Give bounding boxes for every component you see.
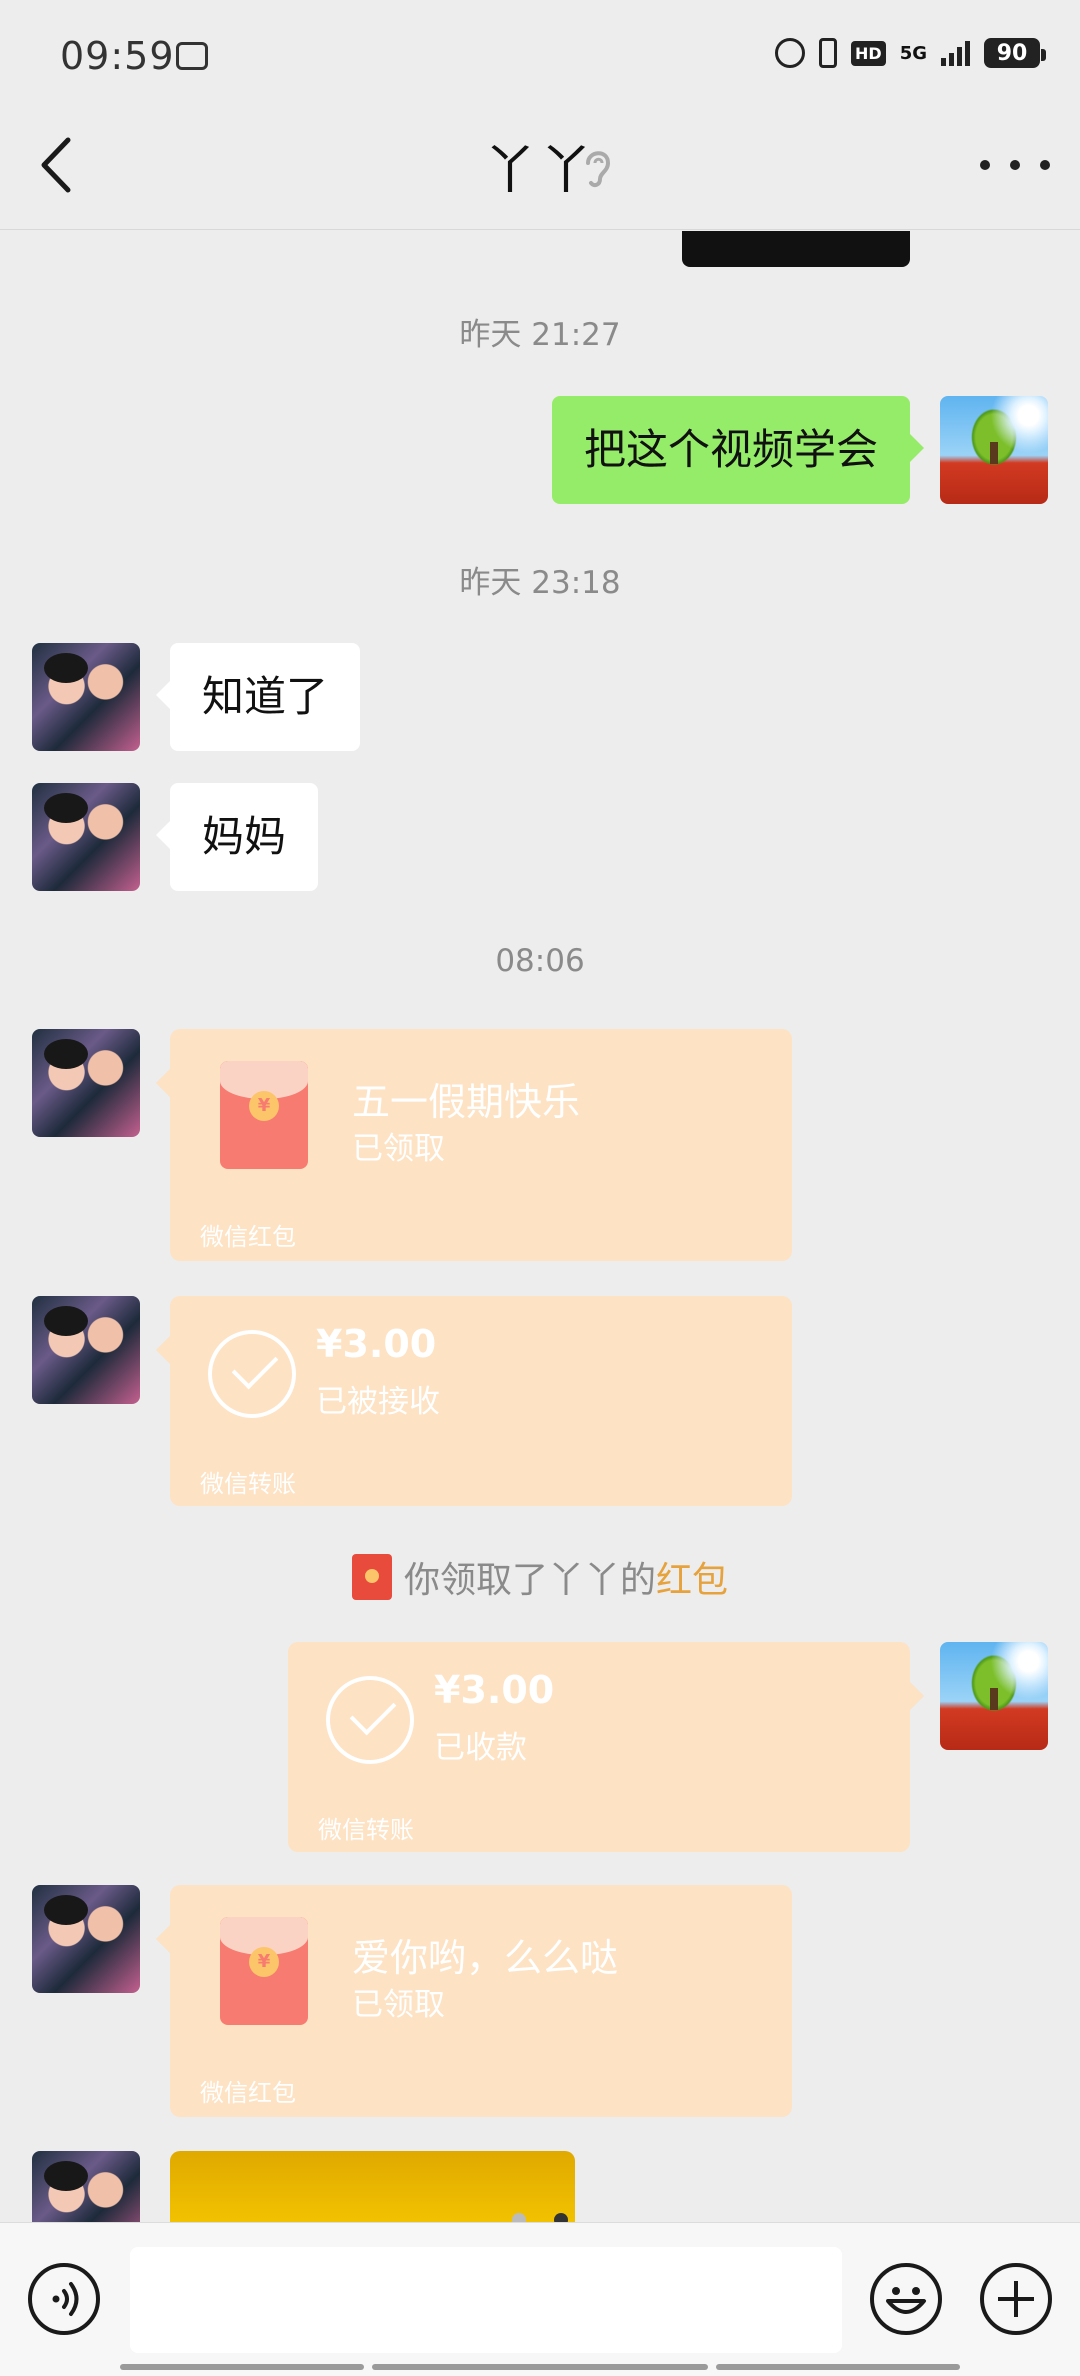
red-packet-small-icon [351,1554,392,1600]
contact-avatar[interactable] [32,2151,140,2223]
system-message-text: 你领取了丫丫的 [403,1560,656,1601]
status-icons: HD 5G 90 [775,38,1046,68]
received-message-bubble[interactable]: 知道了 [155,643,361,751]
dot-icon [980,160,990,170]
ear-icon [586,151,611,188]
image-message[interactable] [170,2151,575,2223]
contact-avatar[interactable] [32,643,140,751]
contact-avatar[interactable] [32,1885,140,1993]
red-packet-link[interactable]: 红包 [656,1551,728,1603]
input-bar [0,2222,1080,2376]
status-time: 09:59 [60,34,175,78]
more-options-button[interactable] [980,140,1050,190]
red-packet-icon: ¥ [220,1061,308,1169]
self-avatar[interactable] [940,1642,1048,1750]
more-functions-button[interactable] [980,2263,1052,2335]
notification-icon [176,42,208,70]
red-packet-icon: ¥ [220,1917,308,2025]
check-circle-icon [326,1676,414,1764]
dot-icon [1040,160,1050,170]
voice-icon [52,2282,79,2316]
red-packet-title: 五一假期快乐 [352,1080,581,1124]
timestamp: 08:06 [495,943,585,979]
red-packet-status: 已领取 [352,1131,445,1167]
sent-message-bubble[interactable]: 把这个视频学会 [551,396,925,504]
red-packet-footer: 微信红包 [200,2079,296,2107]
contact-avatar[interactable] [32,1296,140,1404]
check-circle-icon [208,1330,296,1418]
network-label: 5G [899,42,927,64]
emoji-icon [886,2287,926,2314]
contact-avatar[interactable] [32,783,140,891]
transfer-amount: ¥3.00 [316,1322,437,1366]
nav-gesture-bar [120,2364,364,2370]
transfer-footer: 微信转账 [200,1470,296,1498]
alarm-icon [775,38,806,68]
chat-header: 丫丫 [0,100,1080,230]
chat-title: 丫丫 [483,141,596,201]
video-message-thumbnail[interactable] [682,231,910,267]
back-button[interactable] [30,130,90,200]
transfer-footer: 微信转账 [318,1816,414,1844]
transfer-status: 已收款 [434,1730,527,1766]
transfer-amount: ¥3.00 [434,1668,555,1712]
emoji-button[interactable] [870,2263,942,2335]
timestamp: 昨天 23:18 [459,565,621,601]
red-packet-card[interactable]: ¥ 爱你哟，么么哒 已领取 微信红包 [156,1885,792,2117]
message-list[interactable]: 昨天 21:27 把这个视频学会 昨天 23:18 知道了 妈妈 08:06 ¥… [0,231,1080,2223]
received-message-bubble[interactable]: 妈妈 [155,783,319,891]
battery-icon: 90 [984,38,1046,68]
system-message: 你领取了丫丫的 红包 [0,1551,1080,1603]
transfer-card[interactable]: ¥3.00 已收款 微信转账 [288,1642,924,1852]
red-packet-card[interactable]: ¥ 五一假期快乐 已领取 微信红包 [156,1029,792,1261]
contact-avatar[interactable] [32,1029,140,1137]
nav-gesture-bar [716,2364,960,2370]
hd-badge: HD [851,40,886,66]
vibrate-icon [819,38,838,68]
voice-input-button[interactable] [28,2263,100,2335]
red-packet-footer: 微信红包 [200,1223,296,1251]
signal-icon [941,40,970,66]
self-avatar[interactable] [940,396,1048,504]
timestamp: 昨天 21:27 [459,317,621,353]
message-input[interactable] [130,2247,842,2353]
red-packet-status: 已领取 [352,1987,445,2023]
dot-icon [1010,160,1020,170]
nav-gesture-bar [372,2364,708,2370]
red-packet-title: 爱你哟，么么哒 [352,1936,619,1980]
transfer-status: 已被接收 [316,1384,440,1420]
transfer-card[interactable]: ¥3.00 已被接收 微信转账 [156,1296,792,1506]
